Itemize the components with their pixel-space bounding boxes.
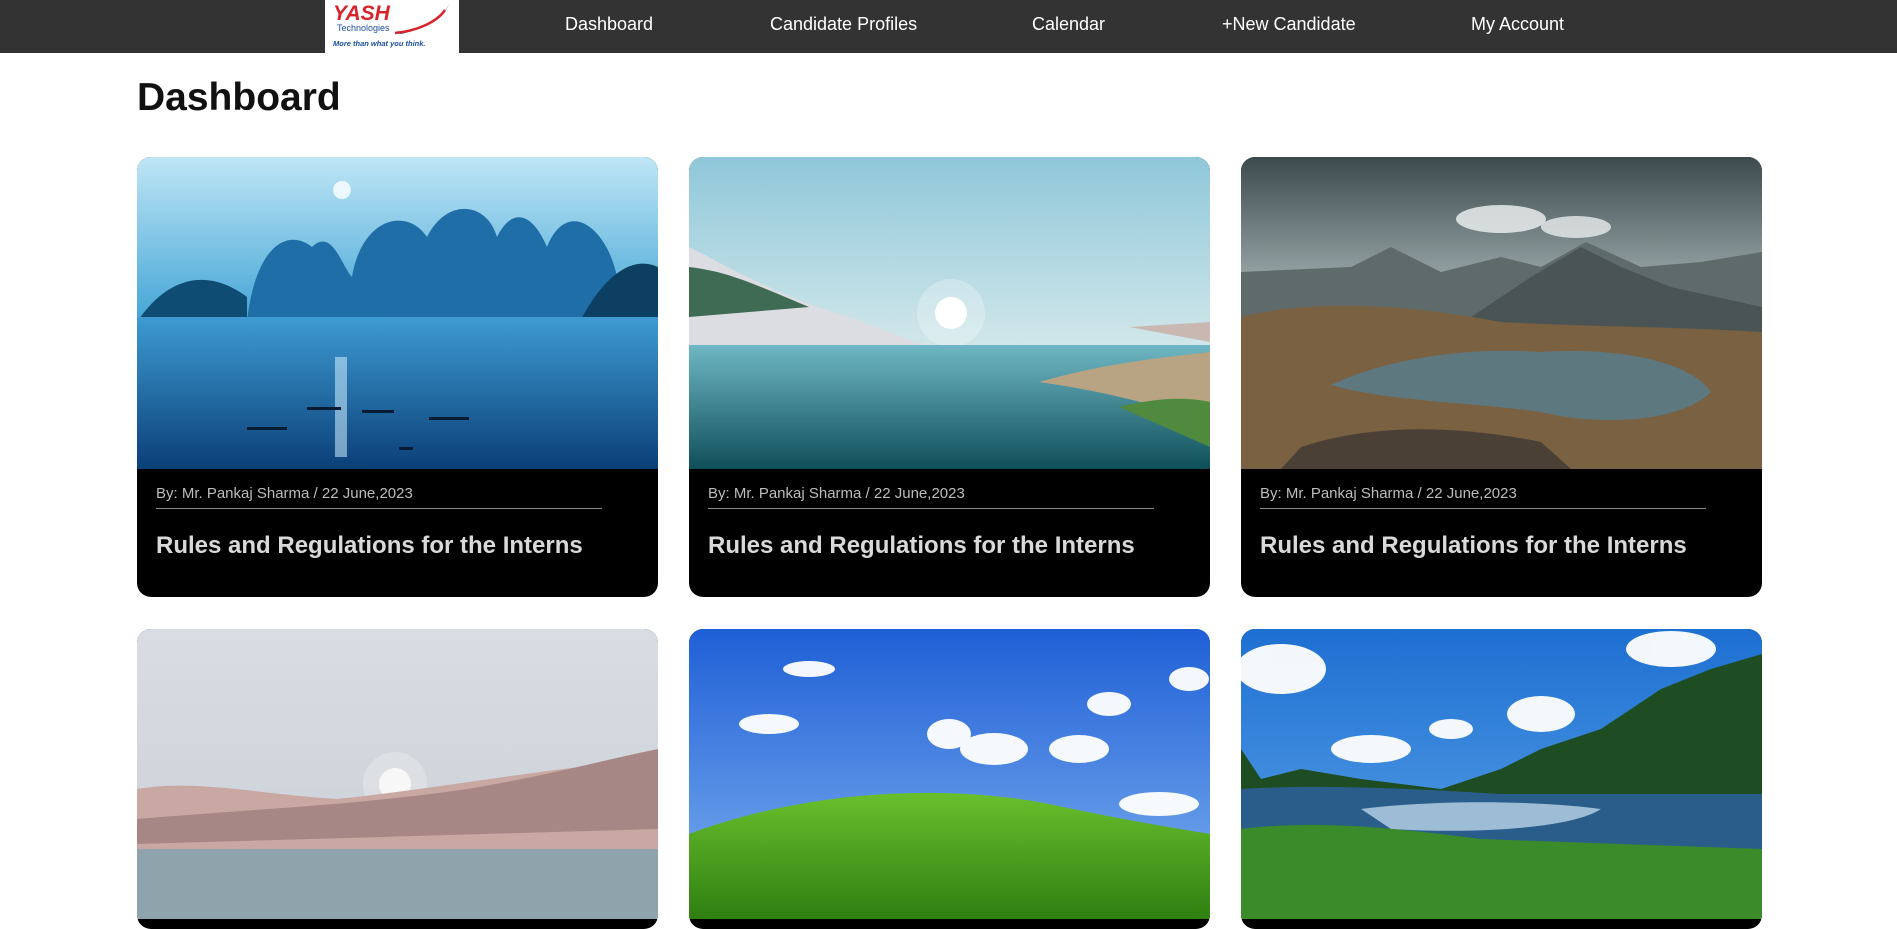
nav-calendar[interactable]: Calendar: [1032, 14, 1105, 35]
post-card[interactable]: By: Mr. Pankaj Sharma / 22 June,2023 Rul…: [689, 157, 1210, 597]
post-title[interactable]: Rules and Regulations for the Interns: [1260, 532, 1687, 560]
divider: [1260, 508, 1706, 509]
divider: [708, 508, 1154, 509]
post-card[interactable]: [137, 629, 658, 929]
post-title[interactable]: Rules and Regulations for the Interns: [156, 532, 583, 560]
post-card[interactable]: By: Mr. Pankaj Sharma / 22 June,2023 Rul…: [137, 157, 658, 597]
calm-lake-sunrise-image: [689, 157, 1210, 469]
nav-my-account[interactable]: My Account: [1471, 14, 1564, 35]
nav-dashboard[interactable]: Dashboard: [565, 14, 653, 35]
nav-candidate-profiles[interactable]: Candidate Profiles: [770, 14, 917, 35]
pastel-desert-dunes-image: [137, 629, 658, 919]
post-meta: By: Mr. Pankaj Sharma / 22 June,2023: [708, 485, 965, 502]
logo-tagline: More than what you think.: [333, 39, 426, 48]
top-navbar: YASH Technologies More than what you thi…: [0, 0, 1897, 53]
post-meta: By: Mr. Pankaj Sharma / 22 June,2023: [1260, 485, 1517, 502]
post-title[interactable]: Rules and Regulations for the Interns: [708, 532, 1135, 560]
post-card[interactable]: [689, 629, 1210, 929]
logo-subtext: Technologies: [337, 23, 390, 33]
post-meta: By: Mr. Pankaj Sharma / 22 June,2023: [156, 485, 413, 502]
logo-text: YASH: [333, 2, 391, 25]
post-card[interactable]: [1241, 629, 1762, 929]
divider: [156, 508, 602, 509]
post-card[interactable]: By: Mr. Pankaj Sharma / 22 June,2023 Rul…: [1241, 157, 1762, 597]
blue-karst-river-image: [137, 157, 658, 469]
nav-new-candidate[interactable]: +New Candidate: [1222, 14, 1356, 35]
mountain-tarn-image: [1241, 157, 1762, 469]
page-title: Dashboard: [137, 76, 341, 119]
forest-lake-image: [1241, 629, 1762, 919]
green-hill-blue-sky-image: [689, 629, 1210, 919]
yash-logo[interactable]: YASH Technologies More than what you thi…: [325, 0, 459, 53]
